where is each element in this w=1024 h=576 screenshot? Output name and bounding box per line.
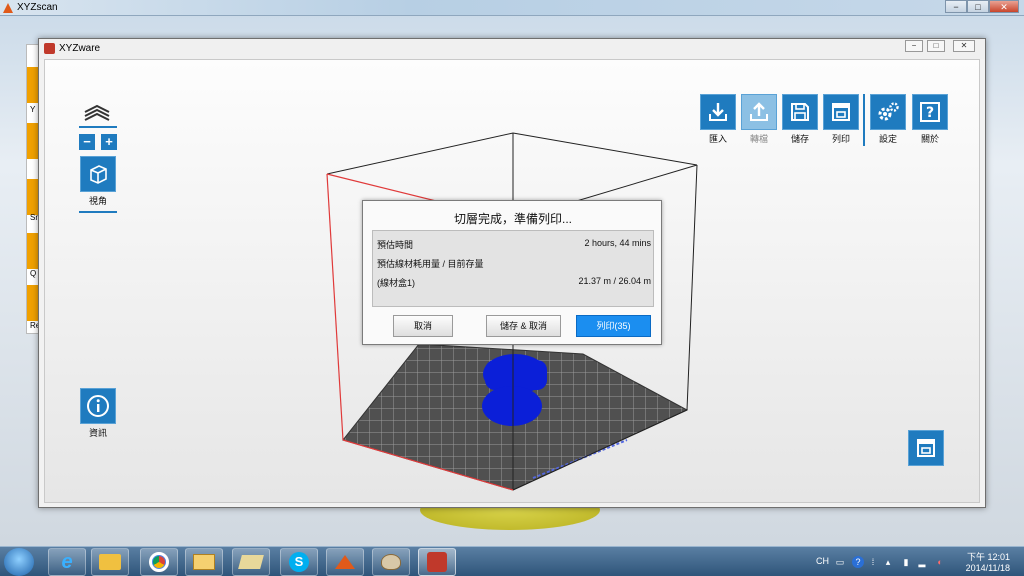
volume-muted-icon[interactable]: ◐ xyxy=(934,556,946,568)
about-button[interactable]: ? 關於 xyxy=(911,94,949,146)
print-label: 列印 xyxy=(831,134,850,144)
row-value: 2 hours, 44 mins xyxy=(584,238,651,248)
background-titlebar: XYZscan − □ ✕ xyxy=(0,0,1024,16)
dialog-info-panel: 預估時間 2 hours, 44 mins 預估線材耗用量 / 目前存量 (線材… xyxy=(372,230,654,307)
book-icon xyxy=(238,555,264,569)
dialog-title: 切層完成，準備列印... xyxy=(453,212,572,226)
save-label: 儲存 xyxy=(790,134,809,144)
row-label: 預估線材耗用量 / 目前存量 xyxy=(377,259,484,269)
tray-settings-icon[interactable]: ⁞ xyxy=(867,556,879,568)
about-label: 關於 xyxy=(920,134,939,144)
input-language[interactable]: CH xyxy=(816,556,829,566)
taskbar-mail[interactable] xyxy=(185,548,223,576)
info-icon xyxy=(80,388,116,424)
paint-icon xyxy=(381,554,401,570)
left-panel-divider xyxy=(79,126,117,128)
taskbar-explorer[interactable] xyxy=(91,548,129,576)
bg-minimize-button[interactable]: − xyxy=(945,0,967,13)
internet-explorer-icon: e xyxy=(61,550,73,573)
xyzscan-logo-icon xyxy=(3,3,13,13)
left-panel-divider xyxy=(79,211,117,213)
zoom-out-button[interactable]: − xyxy=(79,134,95,150)
taskbar-app[interactable] xyxy=(232,548,270,576)
gear-icon xyxy=(870,94,906,130)
view-angle-button[interactable]: 視角 xyxy=(79,156,117,208)
window-titlebar: XYZware − □ ✕ xyxy=(39,39,985,59)
cancel-button[interactable]: 取消 xyxy=(393,315,453,337)
svg-text:?: ? xyxy=(926,105,934,121)
row-label: (線材盒1) xyxy=(377,278,415,288)
filament-usage-row: 預估線材耗用量 / 目前存量 xyxy=(377,257,651,270)
window-title: XYZware xyxy=(59,43,101,54)
print-button[interactable]: 列印(35) xyxy=(576,315,651,337)
clock-time: 下午 12:01 xyxy=(966,552,1010,562)
cube-icon xyxy=(80,156,116,192)
maximize-button[interactable]: □ xyxy=(927,40,945,52)
bg-side-label: Y xyxy=(30,105,36,114)
background-app-title: XYZscan xyxy=(17,2,58,13)
xyz-logo-icon xyxy=(84,104,110,121)
clock-date: 2014/11/18 xyxy=(965,563,1010,573)
mail-icon xyxy=(193,554,215,570)
show-hidden-icons-icon[interactable]: ▴ xyxy=(882,556,894,568)
info-label: 資訊 xyxy=(88,428,107,438)
row-label: 預估時間 xyxy=(377,240,414,250)
xyzscan-icon xyxy=(335,555,355,569)
toolbar-separator xyxy=(863,94,865,146)
taskbar-skype[interactable]: S xyxy=(280,548,318,576)
folder-icon xyxy=(99,554,121,570)
convert-button[interactable]: 轉檔 xyxy=(740,94,778,146)
clock[interactable]: 下午 12:01 2014/11/18 xyxy=(955,547,1020,576)
bg-side-label: Q xyxy=(30,269,37,278)
taskbar-ie[interactable]: e xyxy=(48,548,86,576)
settings-button[interactable]: 設定 xyxy=(869,94,907,146)
taskbar-xyzware[interactable] xyxy=(418,548,456,576)
signal-icon[interactable]: ▂ xyxy=(916,556,928,568)
keyboard-icon[interactable]: ▭ xyxy=(834,556,846,568)
skype-icon: S xyxy=(289,552,309,572)
import-label: 匯入 xyxy=(708,134,727,144)
start-button[interactable] xyxy=(4,548,34,576)
zoom-in-button[interactable]: + xyxy=(101,134,117,150)
print-toolbar-button[interactable]: 列印 xyxy=(822,94,860,146)
import-button[interactable]: 匯入 xyxy=(699,94,737,146)
view-angle-label: 視角 xyxy=(88,196,107,206)
xyzware-logo-icon xyxy=(44,43,55,54)
help-icon[interactable]: ? xyxy=(852,556,864,568)
close-button[interactable]: ✕ xyxy=(953,40,975,52)
minimize-button[interactable]: − xyxy=(905,40,923,52)
import-icon xyxy=(700,94,736,130)
save-button[interactable]: 儲存 xyxy=(781,94,819,146)
xyzware-icon xyxy=(427,552,447,572)
slicing-complete-dialog: 切層完成，準備列印... 預估時間 2 hours, 44 mins 預估線材耗… xyxy=(362,200,662,345)
filament-cartridge-row: (線材盒1) 21.37 m / 26.04 m xyxy=(377,276,651,289)
bg-maximize-button[interactable]: □ xyxy=(967,0,989,13)
save-and-cancel-button[interactable]: 儲存 & 取消 xyxy=(486,315,561,337)
bg-close-button[interactable]: ✕ xyxy=(989,0,1019,13)
taskbar-chrome[interactable] xyxy=(140,548,178,576)
quick-print-button[interactable] xyxy=(907,430,945,468)
printer-icon xyxy=(823,94,859,130)
taskbar-paint[interactable] xyxy=(372,548,410,576)
row-value: 21.37 m / 26.04 m xyxy=(578,276,651,286)
battery-icon[interactable]: ▮ xyxy=(900,556,912,568)
info-button[interactable]: 資訊 xyxy=(79,388,117,440)
taskbar: e S CH ▭ ? ⁞ ▴ ▮ ▂ ◐ 下午 12:01 2014/11/18 xyxy=(0,546,1024,576)
convert-label: 轉檔 xyxy=(749,134,768,144)
chrome-icon xyxy=(149,552,169,572)
export-icon xyxy=(741,94,777,130)
taskbar-xyzscan[interactable] xyxy=(326,548,364,576)
floppy-disk-icon xyxy=(782,94,818,130)
help-icon: ? xyxy=(912,94,948,130)
estimated-time-row: 預估時間 2 hours, 44 mins xyxy=(377,238,651,251)
settings-label: 設定 xyxy=(878,134,897,144)
printer-icon xyxy=(908,430,944,466)
